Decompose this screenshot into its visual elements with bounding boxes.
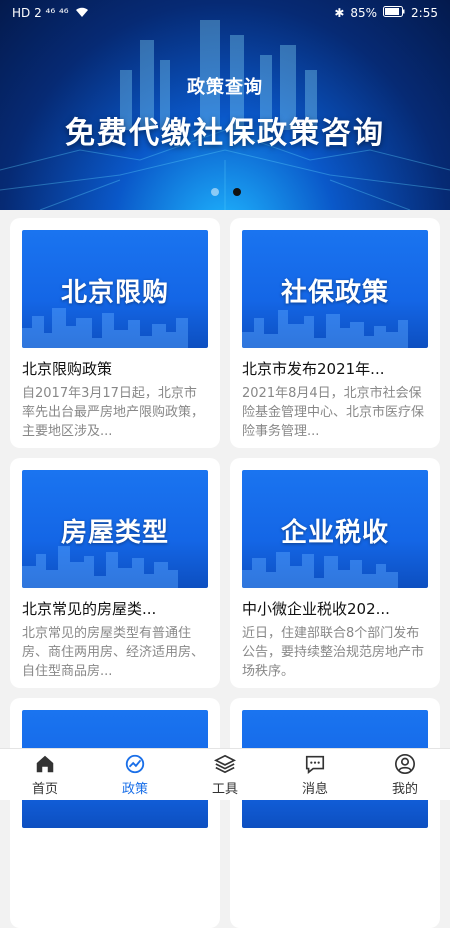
user-icon	[394, 753, 416, 775]
policy-card[interactable]	[10, 698, 220, 928]
status-bar: HD 2 ⁴⁶ ⁴⁶ ✱ 85% 2:55	[0, 0, 450, 26]
status-left: HD 2 ⁴⁶ ⁴⁶	[12, 6, 89, 21]
banner-carousel[interactable]: 政策查询 免费代缴社保政策咨询	[0, 0, 450, 210]
card-description: 北京常见的房屋类型有普通住房、商住两用房、经济适用房、自住型商品房...	[22, 624, 208, 681]
wifi-icon	[75, 6, 89, 21]
status-right: ✱ 85% 2:55	[334, 6, 438, 20]
tab-label: 我的	[392, 778, 418, 797]
card-image: 社保政策	[242, 230, 428, 348]
tab-label: 工具	[212, 778, 238, 797]
card-description: 2021年8月4日，北京市社会保险基金管理中心、北京市医疗保险事务管理...	[242, 384, 428, 441]
card-title: 北京市发布2021年...	[242, 358, 428, 379]
card-image: 企业税收	[242, 470, 428, 588]
tab-mine[interactable]: 我的	[360, 749, 450, 800]
card-image-text: 房屋类型	[22, 512, 208, 549]
tab-label: 政策	[122, 778, 148, 797]
policy-card[interactable]: 北京限购 北京限购政策 自2017年3月17日起，北京市率先出台最严房地产限购政…	[10, 218, 220, 448]
layers-icon	[214, 753, 236, 775]
policy-card[interactable]: 企业税收 中小微企业税收202... 近日，住建部联合8个部门发布公告，要持续整…	[230, 458, 440, 688]
policy-card-grid: 北京限购 北京限购政策 自2017年3月17日起，北京市率先出台最严房地产限购政…	[10, 218, 440, 928]
carousel-dot-2[interactable]	[233, 188, 241, 196]
card-title: 北京常见的房屋类...	[22, 598, 208, 619]
clock: 2:55	[411, 6, 438, 20]
home-icon	[34, 753, 56, 775]
card-description: 自2017年3月17日起，北京市率先出台最严房地产限购政策，主要地区涉及...	[22, 384, 208, 441]
policy-card[interactable]	[230, 698, 440, 928]
bottom-tab-bar: 首页 政策 工具 消息 我的	[0, 748, 450, 800]
card-image-text: 社保政策	[242, 272, 428, 309]
policy-card[interactable]: 房屋类型 北京常见的房屋类... 北京常见的房屋类型有普通住房、商住两用房、经济…	[10, 458, 220, 688]
card-image-text: 北京限购	[22, 272, 208, 309]
carousel-dot-1[interactable]	[211, 188, 219, 196]
policy-chart-icon	[124, 753, 146, 775]
carousel-indicator	[211, 188, 241, 196]
battery-percent: 85%	[350, 6, 377, 20]
bluetooth-icon: ✱	[334, 6, 344, 20]
tab-label: 消息	[302, 778, 328, 797]
message-icon	[304, 753, 326, 775]
banner-background-art	[0, 0, 450, 210]
card-image-text: 企业税收	[242, 512, 428, 549]
card-image: 北京限购	[22, 230, 208, 348]
battery-icon	[383, 6, 405, 20]
card-title: 北京限购政策	[22, 358, 208, 379]
tab-messages[interactable]: 消息	[270, 749, 360, 800]
banner-title: 免费代缴社保政策咨询	[0, 108, 450, 152]
policy-card[interactable]: 社保政策 北京市发布2021年... 2021年8月4日，北京市社会保险基金管理…	[230, 218, 440, 448]
banner-subtitle: 政策查询	[0, 73, 450, 99]
card-image: 房屋类型	[22, 470, 208, 588]
card-title: 中小微企业税收202...	[242, 598, 428, 619]
tab-policy[interactable]: 政策	[90, 749, 180, 800]
card-description: 近日，住建部联合8个部门发布公告，要持续整治规范房地产市场秩序。	[242, 624, 428, 681]
signal-indicators: HD 2 ⁴⁶ ⁴⁶	[12, 6, 69, 20]
tab-tools[interactable]: 工具	[180, 749, 270, 800]
tab-label: 首页	[32, 778, 58, 797]
tab-home[interactable]: 首页	[0, 749, 90, 800]
